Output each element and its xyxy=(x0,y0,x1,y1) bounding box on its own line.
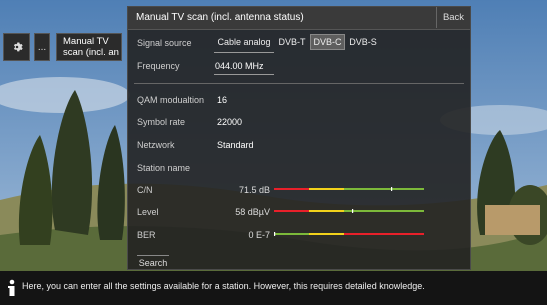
frequency-value[interactable]: 044.00 MHz xyxy=(215,61,264,71)
level-value: 58 dBµV xyxy=(235,207,270,217)
station-name-label: Station name xyxy=(137,163,191,173)
netzwork-label: Netzwork xyxy=(137,140,175,150)
netzwork-value[interactable]: Standard xyxy=(217,140,254,150)
back-button[interactable]: Back xyxy=(436,7,470,28)
meter-segment xyxy=(309,188,344,190)
cn-value: 71.5 dB xyxy=(238,185,270,195)
ber-value: 0 E-7 xyxy=(248,230,270,240)
settings-crumb[interactable] xyxy=(3,33,30,61)
meter-segment xyxy=(274,210,309,212)
signal-source-label: Signal source xyxy=(137,38,192,48)
meter-segment xyxy=(344,210,424,212)
meter-segment xyxy=(274,233,309,235)
signal-option-dvb-s[interactable]: DVB-S xyxy=(347,34,379,50)
meter-marker xyxy=(274,232,276,236)
qam-label: QAM modualtion xyxy=(137,95,205,105)
panel-title: Manual TV scan (incl. antenna status) xyxy=(136,12,304,23)
symbol-rate-value[interactable]: 22000 xyxy=(217,117,242,127)
ellipsis-crumb[interactable]: ... xyxy=(34,33,50,61)
signal-source-underline xyxy=(214,52,274,53)
section-divider xyxy=(134,83,464,84)
meter-segment xyxy=(344,233,424,235)
frequency-label: Frequency xyxy=(137,61,180,71)
info-text: Here, you can enter all the settings ava… xyxy=(22,281,425,291)
meter-segment xyxy=(344,188,424,190)
gear-icon xyxy=(13,42,23,52)
ber-meter xyxy=(274,232,424,236)
signal-option-dvb-t[interactable]: DVB-T xyxy=(276,34,308,50)
panel-titlebar: Manual TV scan (incl. antenna status) Ba… xyxy=(128,7,470,30)
meter-segment xyxy=(309,210,344,212)
ellipsis-label: ... xyxy=(37,41,47,53)
qam-value[interactable]: 16 xyxy=(217,95,227,105)
meter-segment xyxy=(309,233,344,235)
cn-label: C/N xyxy=(137,185,153,195)
ber-label: BER xyxy=(137,230,156,240)
info-icon xyxy=(8,279,15,296)
manual-scan-panel: Manual TV scan (incl. antenna status) Ba… xyxy=(127,6,471,270)
cn-meter xyxy=(274,187,424,191)
current-menu-label: Manual TV scan (incl. an xyxy=(63,36,119,58)
search-button[interactable]: Search xyxy=(137,255,169,270)
current-menu-crumb[interactable]: Manual TV scan (incl. an xyxy=(56,33,122,61)
level-meter xyxy=(274,209,424,213)
meter-marker xyxy=(352,209,354,213)
symbol-rate-label: Symbol rate xyxy=(137,117,186,127)
meter-marker xyxy=(391,187,393,191)
level-label: Level xyxy=(137,207,159,217)
signal-option-cable-analog[interactable]: Cable analog xyxy=(214,34,274,50)
signal-option-dvb-c[interactable]: DVB-C xyxy=(310,34,345,50)
frequency-underline xyxy=(214,74,274,75)
meter-segment xyxy=(274,188,309,190)
info-bar: Here, you can enter all the settings ava… xyxy=(0,271,547,305)
